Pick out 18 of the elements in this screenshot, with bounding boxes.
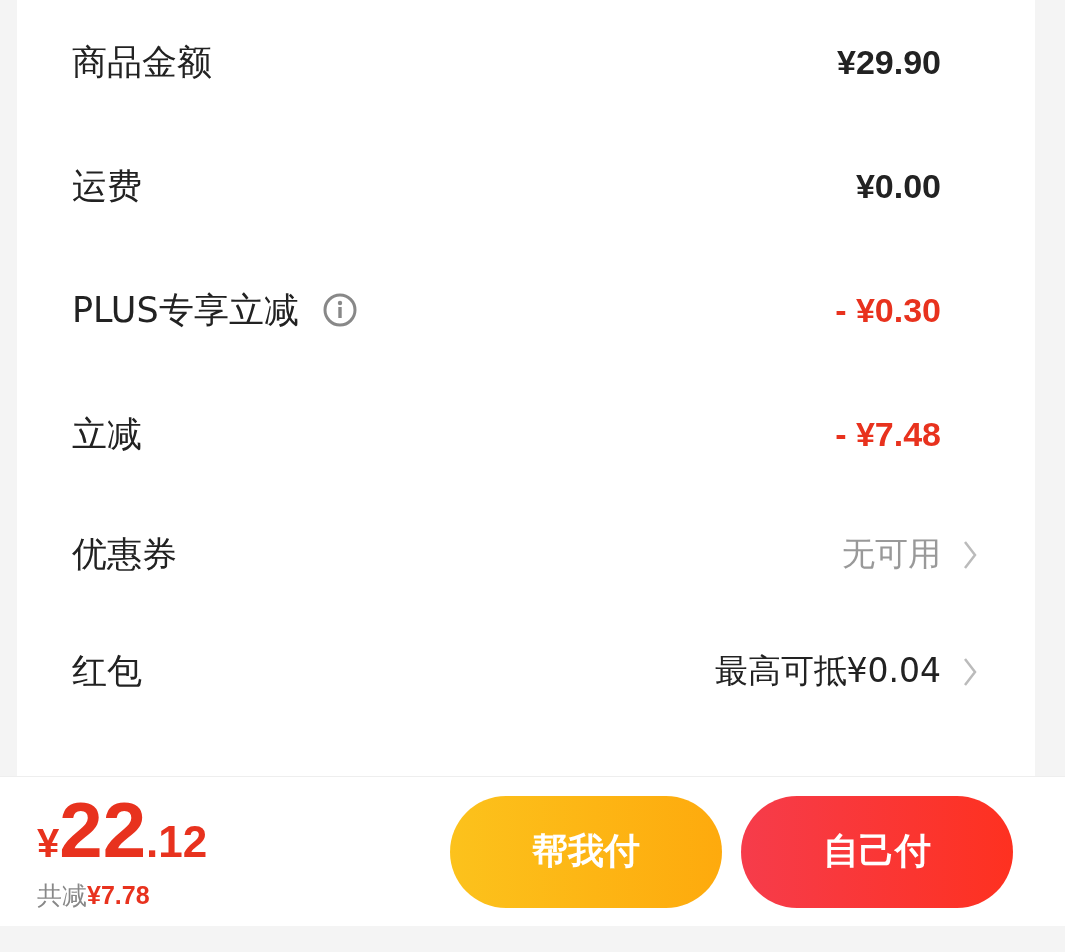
- fee-value[interactable]: 最高可抵¥0.04: [714, 649, 941, 694]
- fee-value: - ¥7.48: [835, 414, 941, 454]
- fee-label: 红包: [72, 650, 142, 693]
- fee-value: ¥0.00: [855, 166, 941, 206]
- fee-label: 优惠券: [72, 533, 177, 576]
- fee-label: PLUS专享立减: [72, 288, 299, 332]
- chevron-icon[interactable]: [963, 539, 977, 570]
- fee-label: 商品金额: [72, 40, 212, 84]
- fee-value: - ¥0.30: [835, 290, 941, 330]
- fee-label: 运费: [72, 164, 142, 208]
- total-price: ¥22.12: [37, 791, 209, 869]
- pay-button[interactable]: 自己付: [741, 795, 1013, 908]
- chevron-icon[interactable]: [963, 656, 977, 687]
- info-icon[interactable]: [322, 293, 357, 327]
- fee-value: ¥29.90: [837, 42, 941, 82]
- fee-value[interactable]: 无可用: [842, 532, 941, 577]
- fee-label: 立减: [72, 412, 142, 456]
- savings-text: 共减¥7.78: [37, 880, 151, 912]
